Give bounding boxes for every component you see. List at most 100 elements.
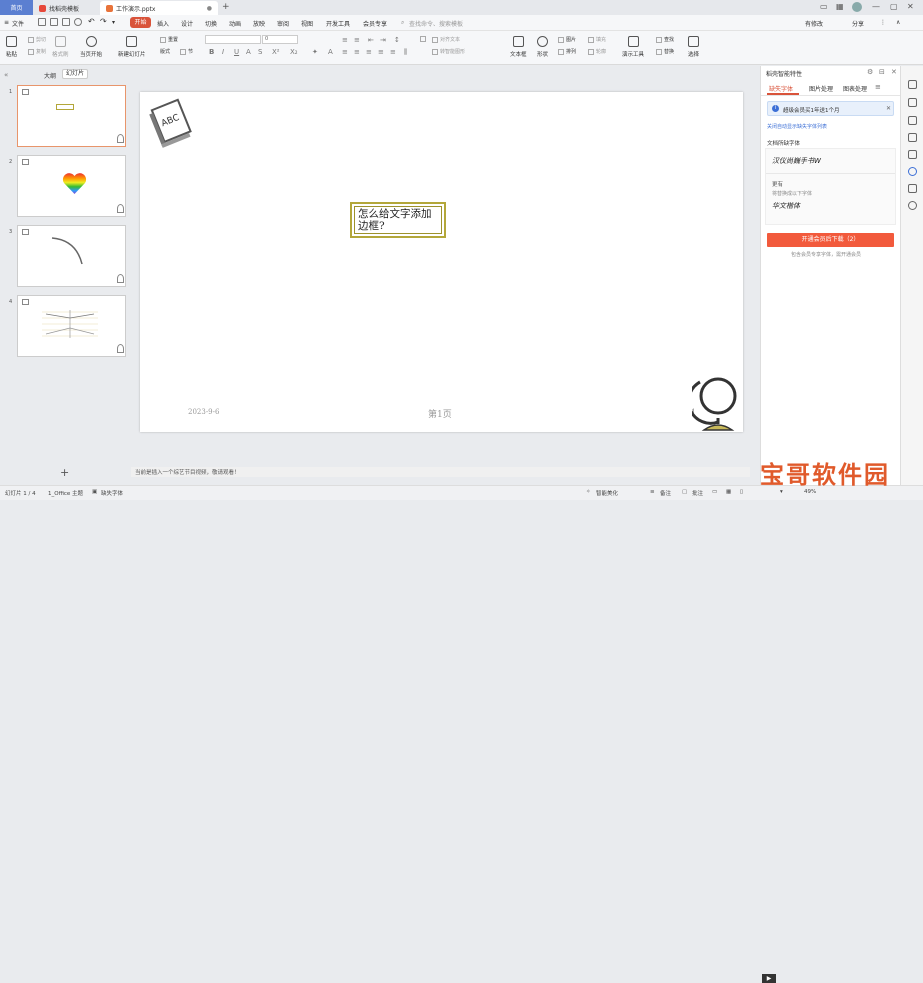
tab-chart-processing[interactable]: 图表处理 xyxy=(843,84,867,93)
menu-transition[interactable]: 切换 xyxy=(205,19,217,28)
avatar[interactable] xyxy=(852,2,862,12)
save-icon[interactable] xyxy=(38,18,46,26)
missing-font-status[interactable]: 缺失字体 xyxy=(101,489,123,497)
menu-slideshow[interactable]: 放映 xyxy=(253,19,265,28)
alert-close-icon[interactable]: ✕ xyxy=(886,105,891,112)
menu-developer[interactable]: 开发工具 xyxy=(326,19,350,28)
collapse-ribbon-icon[interactable]: ∧ xyxy=(896,19,900,26)
italic-icon[interactable]: I xyxy=(222,48,224,56)
replace-button[interactable]: 替换 xyxy=(656,48,674,55)
align-center-icon[interactable]: ≡ xyxy=(354,48,360,56)
section-dropdown[interactable]: 节 xyxy=(180,48,193,55)
slide-canvas[interactable]: ABC 怎么给文字添加边框? 2023-9-6 第1页 1 xyxy=(140,92,743,432)
pane-pin-icon[interactable]: ⊟ xyxy=(879,68,885,76)
close-window-icon[interactable]: ✕ xyxy=(907,2,914,11)
quick-access-more-icon[interactable]: ▾ xyxy=(112,19,115,26)
fill-button[interactable]: 填充 xyxy=(588,36,606,43)
smart-beautify-button[interactable]: 智能美化 xyxy=(596,489,618,497)
grid-view-icon[interactable]: ▦ xyxy=(726,489,731,495)
play-slideshow-button[interactable]: ▶ xyxy=(762,974,776,983)
undo-icon[interactable]: ↶ xyxy=(88,17,95,26)
preview-icon[interactable] xyxy=(74,18,82,26)
comments-button[interactable]: 批注 xyxy=(692,489,703,497)
align-right-icon[interactable]: ≡ xyxy=(366,48,372,56)
convert-smartart-button[interactable]: 转智能图形 xyxy=(432,48,465,55)
menu-view[interactable]: 视图 xyxy=(301,19,313,28)
help-icon[interactable] xyxy=(908,201,917,210)
bordered-text-box[interactable]: 怎么给文字添加边框? xyxy=(350,202,446,238)
image-tool-icon[interactable] xyxy=(908,150,917,159)
smart-feature-icon[interactable] xyxy=(908,167,917,176)
numbered-list-icon[interactable]: ≡ xyxy=(354,36,360,44)
reading-view-icon[interactable]: ▯ xyxy=(740,489,743,495)
notice-bar[interactable]: 当前是插入一个综艺节目视频，敬请观看！ xyxy=(131,467,750,477)
redo-icon[interactable]: ↷ xyxy=(100,17,107,26)
image-button[interactable]: 图片 xyxy=(558,36,576,43)
print-icon[interactable] xyxy=(62,18,70,26)
font-color-icon[interactable]: A xyxy=(246,48,251,56)
slide-thumbnail-4[interactable] xyxy=(17,295,126,357)
download-button[interactable]: 开通会员后下载（2） xyxy=(767,233,894,247)
font-name-dropdown[interactable] xyxy=(205,35,261,44)
format-painter-button[interactable]: 格式刷 xyxy=(52,36,69,58)
columns-icon[interactable]: ⫼ xyxy=(404,48,407,57)
layout-icon[interactable]: ▭ xyxy=(820,2,828,11)
new-slide-button[interactable]: 新建幻灯片 xyxy=(118,36,146,58)
new-tab-button[interactable]: + xyxy=(222,2,230,12)
close-tab-icon[interactable]: ● xyxy=(207,5,212,12)
tab-more-icon[interactable]: ≡ xyxy=(875,83,881,91)
text-effect-icon[interactable]: ✦ xyxy=(312,48,318,56)
folder-icon[interactable] xyxy=(908,133,917,142)
more-icon[interactable]: ⋮ xyxy=(880,19,886,26)
paste-button[interactable]: 粘贴 xyxy=(6,36,17,58)
copy-button[interactable]: 复制 xyxy=(28,48,46,55)
grid-icon[interactable]: ▦ xyxy=(836,2,844,11)
bullet-list-icon[interactable]: ≡ xyxy=(342,36,348,44)
distribute-icon[interactable]: ≡ xyxy=(390,48,396,56)
tab-home[interactable]: 首页 xyxy=(0,0,33,15)
arrange-button[interactable]: 排列 xyxy=(558,48,576,55)
font-size-dropdown[interactable]: 0 xyxy=(262,35,298,44)
menu-animation[interactable]: 动画 xyxy=(229,19,241,28)
export-tool-icon[interactable] xyxy=(908,184,917,193)
tab-missing-fonts[interactable]: 缺失字体 xyxy=(769,84,793,93)
export-icon[interactable] xyxy=(50,18,58,26)
slide-thumbnail-2[interactable] xyxy=(17,155,126,217)
brush-icon[interactable] xyxy=(908,80,917,89)
tab-slides[interactable]: 幻灯片 xyxy=(62,69,88,79)
pane-close-icon[interactable]: ✕ xyxy=(891,68,897,76)
strikethrough-icon[interactable]: S xyxy=(258,48,262,56)
tab-image-processing[interactable]: 图片处理 xyxy=(809,84,833,93)
missing-font-card[interactable]: 汉仪尚巍手书W 更有 将替换成以下字体 华文楷体 xyxy=(765,148,896,225)
select-button[interactable]: 选择 xyxy=(688,36,699,58)
shape-button[interactable]: 形状 xyxy=(537,36,548,58)
text-direction-button[interactable] xyxy=(420,36,428,42)
command-search[interactable]: 查找命令、搜索模板 xyxy=(409,19,463,28)
highlight-icon[interactable]: A xyxy=(328,48,333,56)
text-box-content[interactable]: 怎么给文字添加边框? xyxy=(354,206,442,234)
notes-button[interactable]: 备注 xyxy=(660,489,671,497)
modified-indicator[interactable]: 有修改 xyxy=(805,19,823,28)
minimize-icon[interactable]: — xyxy=(872,2,880,11)
text-box-button[interactable]: 文本框 xyxy=(510,36,527,58)
bold-icon[interactable]: B xyxy=(209,48,214,56)
outline-button[interactable]: 轮廓 xyxy=(588,48,606,55)
slide-thumbnail-3[interactable] xyxy=(17,225,126,287)
layout-button[interactable]: 重置 xyxy=(160,36,178,43)
align-left-icon[interactable]: ≡ xyxy=(342,48,348,56)
indent-increase-icon[interactable]: ⇥ xyxy=(380,36,386,44)
superscript-icon[interactable]: X² xyxy=(272,48,280,56)
justify-icon[interactable]: ≡ xyxy=(378,48,384,56)
slide-thumbnail-1[interactable] xyxy=(17,85,126,147)
tab-outline[interactable]: 大纲 xyxy=(44,71,56,80)
maximize-icon[interactable]: ▢ xyxy=(890,2,898,11)
from-current-button[interactable]: 当页开始 xyxy=(80,36,102,58)
menu-file[interactable]: 文件 xyxy=(12,19,24,28)
subscript-icon[interactable]: X₂ xyxy=(290,48,298,56)
pin-icon[interactable] xyxy=(908,116,917,125)
line-spacing-icon[interactable]: ↕ xyxy=(394,36,400,44)
menu-member[interactable]: 会员专享 xyxy=(363,19,387,28)
collapse-panel-icon[interactable]: « xyxy=(4,71,8,79)
pane-settings-icon[interactable]: ⚙ xyxy=(867,68,873,76)
find-button[interactable]: 查找 xyxy=(656,36,674,43)
